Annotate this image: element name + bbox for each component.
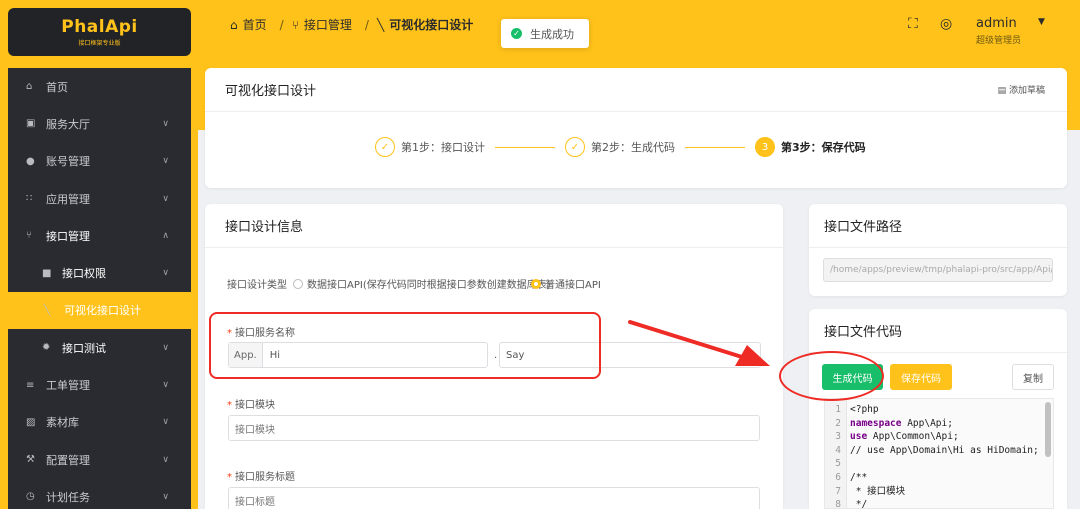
annotation-arrow — [628, 320, 770, 366]
arrow-shaft — [628, 320, 744, 359]
